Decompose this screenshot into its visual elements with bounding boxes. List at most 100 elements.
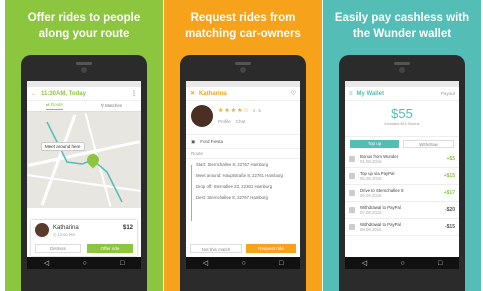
headline-line1: Request rides from	[190, 12, 296, 24]
home-nav-icon[interactable]: ○	[82, 260, 86, 267]
back-nav-icon[interactable]: ◁	[203, 259, 208, 267]
route-title: Route	[191, 151, 204, 156]
phone-frame: ≡ My Wallet Payout $55 Includes $10 Bonu…	[339, 55, 465, 291]
phone-screen: ≡ My Wallet Payout $55 Includes $10 Bonu…	[345, 81, 459, 269]
app-bar: ≡ My Wallet Payout	[345, 87, 459, 101]
recents-nav-icon[interactable]: □	[279, 260, 283, 267]
ride-price: $12	[122, 225, 133, 231]
balance-note: Includes $10 Bonus	[384, 121, 420, 126]
transaction-row[interactable]: Drive to Sternchallee 8 06.08.2016 +$17	[345, 185, 459, 202]
reject-button[interactable]: Not this match	[190, 244, 242, 253]
profile-actions: Profile Chat	[218, 119, 245, 124]
back-arrow-icon[interactable]: ←	[31, 91, 37, 97]
page-title: 11:30AM, Today	[41, 90, 86, 97]
withdraw-button[interactable]: Withdraw	[403, 140, 454, 148]
transaction-amount: -$20	[444, 207, 455, 213]
driver-name: Katharina	[53, 225, 79, 231]
ride-time: ◷ 12:00 PM	[53, 232, 75, 237]
bank-icon	[349, 224, 355, 230]
wallet-balance: $55	[391, 106, 413, 121]
map-view[interactable]: Meet around here	[27, 112, 141, 208]
heart-icon[interactable]: ♡	[291, 90, 296, 97]
phone-speaker	[394, 62, 410, 65]
phone-speaker	[76, 62, 92, 65]
tab-bar: ⇄ Route ⚲ Matches	[27, 101, 141, 112]
transaction-row[interactable]: Withdrawal to PayPal 07.08.2016 -$20	[345, 202, 459, 219]
balance-section: $55 Includes $10 Bonus	[345, 101, 459, 137]
match-card[interactable]: Katharina $12 ◷ 12:00 PM Dismiss Offer r…	[31, 220, 137, 256]
tab-matches-label: Matches	[105, 103, 123, 108]
route-stops: Start: Sternchallee 8, 22767 Hamburg Mee…	[186, 159, 300, 221]
transaction-row[interactable]: Withdrawal to PayPal 08.08.2016 -$15	[345, 219, 459, 236]
tab-route-label: Route	[50, 102, 63, 107]
route-header: Route	[186, 149, 300, 159]
request-ride-button[interactable]: Request ride	[246, 244, 296, 253]
route-stop: Start: Sternchallee 8, 22767 Hamburg	[196, 162, 269, 167]
home-nav-icon[interactable]: ○	[400, 260, 404, 267]
headline-line2: along your route	[38, 28, 130, 40]
recents-nav-icon[interactable]: □	[438, 260, 442, 267]
transaction-date: 01.08.2016	[360, 159, 382, 164]
transaction-date: 08.08.2016	[360, 227, 382, 232]
transaction-amount: +$17	[443, 190, 455, 196]
headline-line2: matching car-owners	[185, 28, 301, 40]
transaction-row[interactable]: Top up via PayPal 05.08.2016 +$15	[345, 168, 459, 185]
meeting-point-bubble: Meet around here	[41, 142, 85, 151]
page-title: Katharina	[199, 90, 227, 97]
phone-camera	[240, 67, 246, 73]
route-timeline	[191, 165, 192, 221]
car-row: ▣ Ford Fiesta	[186, 135, 300, 149]
profile-link[interactable]: Profile	[218, 119, 231, 124]
page-title: My Wallet	[356, 90, 384, 97]
phone-screen: ← 11:30AM, Today ⋮ ⇄ Route ⚲ Matches Mee…	[27, 81, 141, 269]
more-icon[interactable]: ⋮	[131, 90, 137, 97]
profile-section: ★★★★☆ 4.5 Profile Chat	[186, 101, 300, 135]
panel-request-rides: Request rides from matching car-owners ✕…	[164, 0, 322, 291]
android-nav-bar: ◁ ○ □	[345, 257, 459, 269]
ride-time-value: 12:00 PM	[57, 232, 75, 237]
phone-camera	[81, 67, 87, 73]
action-buttons: Not this match Request ride	[190, 244, 296, 253]
paypal-icon	[349, 173, 355, 179]
transaction-amount: +$5	[446, 156, 455, 162]
chat-link[interactable]: Chat	[236, 119, 246, 124]
panel-offer-rides: Offer rides to people along your route ←…	[5, 0, 163, 291]
transaction-row[interactable]: Bonus from Wunder 01.08.2016 +$5	[345, 151, 459, 168]
stars-value: ★★★★☆	[218, 108, 250, 114]
phone-speaker	[235, 62, 251, 65]
wallet-actions: Top up Withdraw	[345, 137, 459, 151]
route-stop: Dest: Sternchallee 8, 22767 Hamburg	[196, 195, 268, 200]
back-nav-icon[interactable]: ◁	[44, 259, 49, 267]
transaction-date: 07.08.2016	[360, 210, 382, 215]
transaction-date: 05.08.2016	[360, 176, 382, 181]
phone-frame: ✕ Katharina ♡ ★★★★☆ 4.5 Profile Chat ▣ F…	[180, 55, 306, 291]
route-line	[46, 121, 123, 203]
bank-icon	[349, 207, 355, 213]
android-nav-bar: ◁ ○ □	[186, 257, 300, 269]
offer-ride-button[interactable]: Offer ride	[87, 244, 133, 253]
gift-icon	[349, 156, 355, 162]
home-nav-icon[interactable]: ○	[241, 260, 245, 267]
transaction-amount: -$15	[444, 224, 455, 230]
payout-link[interactable]: Payout	[441, 91, 455, 96]
route-stop: Meet around: Hauptstraße 8, 22761 Hambur…	[196, 173, 283, 178]
avatar	[35, 223, 49, 237]
dismiss-button[interactable]: Dismiss	[35, 244, 81, 253]
car-icon	[349, 190, 355, 196]
rating-stars: ★★★★☆ 4.5	[218, 107, 262, 114]
recents-nav-icon[interactable]: □	[120, 260, 124, 267]
rating-value: 4.5	[252, 108, 262, 113]
tab-matches[interactable]: ⚲ Matches	[101, 103, 123, 109]
app-store-screens: Offer rides to people along your route ←…	[0, 0, 483, 291]
transaction-list: Bonus from Wunder 01.08.2016 +$5 Top up v…	[345, 151, 459, 236]
transaction-date: 06.08.2016	[360, 193, 382, 198]
android-nav-bar: ◁ ○ □	[27, 257, 141, 269]
close-icon[interactable]: ✕	[190, 90, 195, 97]
top-up-button[interactable]: Top up	[350, 140, 399, 148]
panel-headline: Offer rides to people along your route	[5, 10, 163, 42]
phone-frame: ← 11:30AM, Today ⋮ ⇄ Route ⚲ Matches Mee…	[21, 55, 147, 291]
panel-headline: Easily pay cashless with the Wunder wall…	[323, 10, 481, 42]
tab-route[interactable]: ⇄ Route	[45, 102, 63, 110]
menu-icon[interactable]: ≡	[349, 91, 353, 97]
back-nav-icon[interactable]: ◁	[362, 259, 367, 267]
